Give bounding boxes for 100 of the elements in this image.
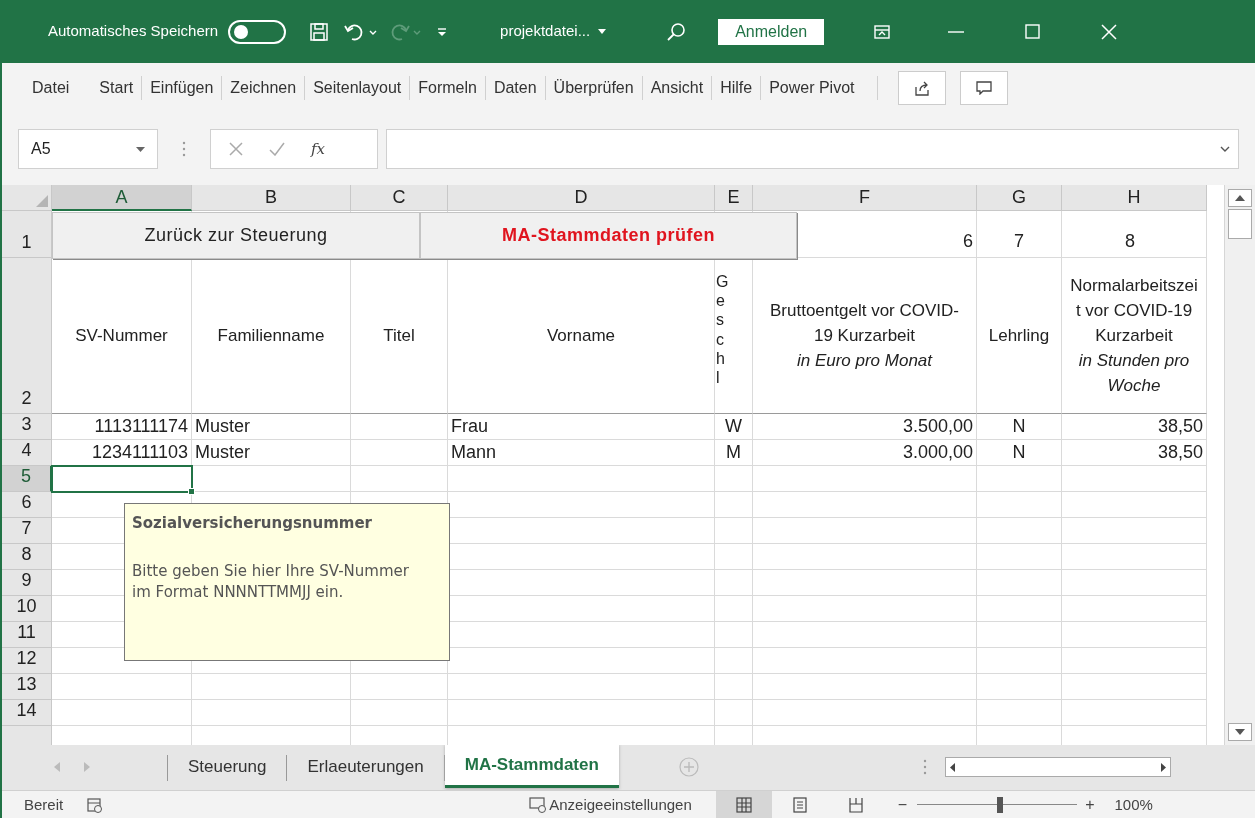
table-cell[interactable] — [715, 648, 753, 674]
row-header[interactable]: 12 — [2, 648, 52, 674]
table-cell[interactable] — [192, 674, 351, 700]
display-settings-button[interactable]: Anzeigeeinstellungen — [529, 793, 692, 817]
accessibility-icon[interactable] — [87, 797, 104, 813]
table-cell[interactable]: N — [977, 414, 1062, 440]
minimize-icon[interactable] — [948, 30, 965, 33]
customize-toolbar-icon[interactable] — [436, 25, 449, 38]
table-cell[interactable] — [753, 544, 977, 570]
cancel-icon[interactable] — [229, 142, 243, 156]
table-cell[interactable] — [715, 700, 753, 726]
ribbon-display-icon[interactable] — [874, 24, 891, 39]
row-header[interactable]: 4 — [2, 440, 52, 466]
table-cell[interactable] — [977, 544, 1062, 570]
row-header[interactable]: 6 — [2, 492, 52, 518]
sheet-tab[interactable]: Steuerung — [168, 745, 287, 789]
table-cell[interactable] — [715, 596, 753, 622]
menu-tab[interactable]: Hilfe — [712, 76, 761, 100]
row-header[interactable]: 7 — [2, 518, 52, 544]
name-box[interactable]: A5 — [18, 129, 158, 169]
zoom-out-button[interactable]: − — [897, 793, 908, 817]
table-cell[interactable]: Mann — [448, 440, 715, 466]
table-cell[interactable]: Muster — [192, 414, 351, 440]
table-cell[interactable] — [52, 674, 192, 700]
table-cell[interactable] — [448, 674, 715, 700]
table-cell[interactable] — [977, 466, 1062, 492]
table-cell[interactable]: Muster — [192, 440, 351, 466]
table-cell[interactable] — [351, 440, 448, 466]
table-cell[interactable] — [753, 596, 977, 622]
sheet-tab[interactable]: MA-Stammdaten — [444, 744, 619, 788]
sheet-button[interactable]: Zurück zur Steuerung — [52, 212, 420, 259]
file-name-dropdown[interactable]: projektdatei... — [500, 20, 607, 43]
table-cell[interactable] — [715, 518, 753, 544]
table-cell[interactable] — [715, 492, 753, 518]
table-cell[interactable] — [753, 518, 977, 544]
add-sheet-icon[interactable] — [678, 757, 699, 777]
menu-tab[interactable]: Formeln — [410, 76, 485, 100]
row-header[interactable]: 14 — [2, 700, 52, 726]
previous-sheet-icon[interactable] — [54, 762, 60, 772]
table-cell[interactable]: 3.000,00 — [753, 440, 977, 466]
table-cell[interactable] — [977, 492, 1062, 518]
selected-cell[interactable] — [51, 465, 193, 493]
select-all-icon[interactable] — [36, 195, 48, 207]
row-header[interactable]: 2 — [2, 258, 52, 414]
table-cell[interactable] — [977, 648, 1062, 674]
menu-tab[interactable]: Power Pivot — [761, 76, 863, 100]
menu-tab[interactable]: Zeichnen — [222, 76, 305, 100]
table-cell[interactable]: 1234111103 — [52, 440, 192, 466]
table-cell[interactable] — [977, 570, 1062, 596]
insert-function-button[interactable]: fx — [311, 137, 325, 161]
scroll-thumb[interactable] — [1228, 209, 1252, 239]
sheet-button[interactable]: MA-Stammdaten prüfen — [420, 212, 797, 259]
table-cell[interactable] — [52, 700, 192, 726]
table-cell[interactable] — [715, 570, 753, 596]
sign-in-button[interactable]: Anmelden — [718, 18, 825, 45]
row-header[interactable]: 13 — [2, 674, 52, 700]
table-cell[interactable] — [977, 700, 1062, 726]
table-cell[interactable] — [977, 674, 1062, 700]
table-cell[interactable] — [715, 466, 753, 492]
zoom-in-button[interactable]: + — [1085, 793, 1095, 817]
row-header[interactable]: 8 — [2, 544, 52, 570]
maximize-icon[interactable] — [1025, 24, 1041, 39]
table-cell[interactable] — [977, 518, 1062, 544]
comments-button[interactable] — [959, 71, 1008, 105]
table-cell[interactable] — [715, 622, 753, 648]
fill-handle[interactable] — [188, 488, 195, 495]
share-button[interactable] — [897, 71, 946, 105]
table-cell[interactable]: Frau — [448, 414, 715, 440]
table-cell[interactable]: W — [715, 414, 753, 440]
column-header[interactable]: G — [977, 185, 1062, 211]
formula-input-field[interactable] — [386, 129, 1239, 169]
table-cell[interactable] — [351, 700, 448, 726]
table-cell[interactable] — [753, 622, 977, 648]
column-header[interactable]: C — [351, 185, 448, 211]
table-cell[interactable] — [753, 648, 977, 674]
close-icon[interactable] — [1101, 23, 1118, 40]
table-cell[interactable] — [448, 700, 715, 726]
table-cell[interactable] — [753, 570, 977, 596]
column-header[interactable]: F — [753, 185, 977, 211]
table-cell[interactable]: 3.500,00 — [753, 414, 977, 440]
row-header[interactable] — [2, 726, 52, 745]
zoom-slider[interactable] — [917, 797, 1078, 813]
table-cell[interactable]: 1113111174 — [52, 414, 192, 440]
table-cell[interactable]: N — [977, 440, 1062, 466]
row-header[interactable]: 10 — [2, 596, 52, 622]
row-header[interactable]: 9 — [2, 570, 52, 596]
column-header[interactable]: B — [192, 185, 351, 211]
check-icon[interactable] — [269, 142, 285, 156]
table-cell[interactable] — [715, 674, 753, 700]
scroll-up-icon[interactable] — [1235, 195, 1245, 201]
table-cell[interactable] — [192, 466, 351, 492]
row-header[interactable]: 5 — [2, 466, 52, 492]
row-header[interactable]: 3 — [2, 414, 52, 440]
table-cell[interactable] — [753, 674, 977, 700]
vertical-scrollbar[interactable] — [1224, 185, 1255, 745]
row-header[interactable]: 1 — [2, 211, 52, 258]
search-icon[interactable] — [666, 21, 687, 42]
scroll-down-icon[interactable] — [1235, 729, 1245, 735]
table-cell[interactable] — [192, 700, 351, 726]
zoom-slider-thumb[interactable] — [997, 797, 1004, 813]
